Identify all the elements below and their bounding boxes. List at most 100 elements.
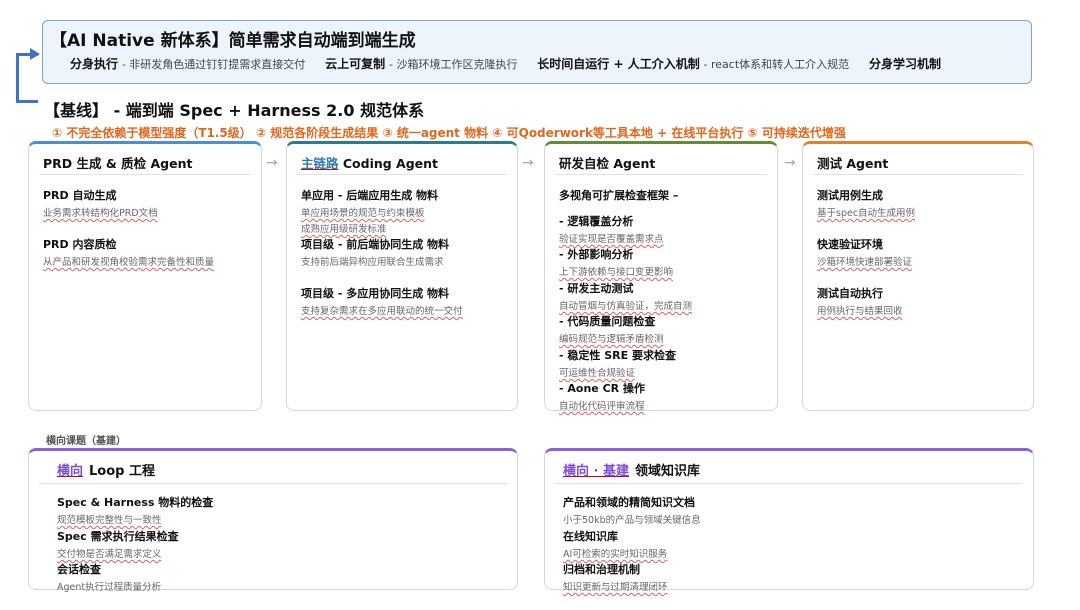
- baseline-title: 【基线】 - 端到端 Spec + Harness 2.0 规范体系: [44, 101, 425, 120]
- list-item: 会话检查 Agent执行过程质量分析: [57, 561, 161, 593]
- item-title: 会话检查: [57, 563, 101, 576]
- baseline-principles: ① 不完全依赖于模型强度（T1.5级） ② 规范各阶段生成结果 ③ 统一agen…: [52, 126, 846, 140]
- item-title: - 研发主动测试: [559, 282, 634, 295]
- prd-agent-card: PRD 生成 & 质检 Agent PRD 自动生成 业务需求转结构化PRD文档…: [28, 141, 262, 411]
- item-title: - Aone CR 操作: [559, 382, 645, 395]
- card-title: 研发自检 Agent: [559, 156, 656, 171]
- review-lead: 多视角可扩展检查框架 –: [559, 187, 769, 203]
- test-agent-card: 测试 Agent 测试用例生成 基于spec自动生成用例 快速验证环境 沙箱环境…: [802, 141, 1034, 411]
- item-desc: 基于spec自动生成用例: [817, 208, 916, 219]
- cross-section-label: 横向课题（基建）: [46, 436, 126, 447]
- list-item: PRD 自动生成 业务需求转结构化PRD文档: [43, 187, 253, 219]
- flow-arrow-icon: →: [522, 155, 534, 171]
- item-desc: 编码规范与逻辑矛盾检测: [559, 334, 664, 345]
- review-agent-card: 研发自检 Agent 多视角可扩展检查框架 – - 逻辑覆盖分析 验证实现是否覆…: [544, 141, 778, 412]
- item-title: 项目级 - 前后端协同生成 物料: [301, 238, 450, 251]
- ai-native-title: 【AI Native 新体系】简单需求自动端到端生成: [50, 31, 416, 51]
- divider: [39, 174, 251, 175]
- native-item-desc: - 非研发角色通过钉钉提需求直接交付: [121, 58, 306, 71]
- card-title: 横向 Loop 工程: [57, 460, 155, 479]
- item-title: 测试自动执行: [817, 287, 883, 300]
- item-desc: 自动化代码评审流程: [559, 401, 645, 412]
- list-item: Spec 需求执行结果检查 交付物是否满足需求定义: [57, 528, 179, 560]
- item-title: 归档和治理机制: [563, 563, 640, 576]
- card-title-highlight: 横向: [57, 464, 84, 479]
- native-item-key: 长时间自运行 + 人工介入机制: [537, 57, 700, 71]
- divider: [297, 174, 507, 175]
- divider: [555, 174, 767, 175]
- item-desc: 成熟应用级研发标准: [301, 224, 387, 235]
- item-title: 单应用 - 后端应用生成 物料: [301, 189, 439, 202]
- flow-arrow-icon: →: [266, 155, 278, 171]
- list-item: 测试用例生成 基于spec自动生成用例: [817, 187, 1025, 219]
- list-item: 在线知识库 AI可检索的实时知识服务: [563, 528, 667, 560]
- list-item: - 逻辑覆盖分析 验证实现是否覆盖需求点: [559, 213, 769, 245]
- item-title: PRD 自动生成: [43, 189, 117, 202]
- list-item: - 代码质量问题检查 编码规范与逻辑矛盾检测: [559, 313, 769, 345]
- arrow-right-icon: [30, 48, 40, 60]
- item-title: - 外部影响分析: [559, 248, 634, 261]
- list-item: 单应用 - 后端应用生成 物料 单应用场景的规范与约束模板 成熟应用级研发标准: [301, 187, 509, 235]
- item-desc: 交付物是否满足需求定义: [57, 549, 162, 560]
- list-item: - Aone CR 操作 自动化代码评审流程: [559, 380, 769, 412]
- item-title: - 代码质量问题检查: [559, 315, 656, 328]
- item-title: Spec & Harness 物料的检查: [57, 496, 214, 509]
- item-title: Spec 需求执行结果检查: [57, 530, 179, 543]
- list-item: 归档和治理机制 知识更新与过期清理闭环: [563, 561, 668, 593]
- item-title: 测试用例生成: [817, 189, 883, 202]
- card-title-highlight: 横向 · 基建: [563, 464, 629, 479]
- list-item: Spec & Harness 物料的检查 规范模板完整性与一致性: [57, 494, 213, 526]
- native-item-desc: - react体系和转人工介入规范: [703, 58, 850, 71]
- evolution-bracket: [16, 53, 38, 103]
- domain-knowledge-card: 横向 · 基建 领域知识库 产品和领域的精简知识文档 小于50kb的产品与领域关键…: [544, 448, 1034, 593]
- list-item: 项目级 - 前后端协同生成 物料 支持前后端异构应用联合生成需求: [301, 236, 509, 268]
- card-title: 测试 Agent: [817, 156, 889, 171]
- item-desc: 小于50kb的产品与领域关键信息: [563, 515, 701, 526]
- item-desc: 知识更新与过期清理闭环: [563, 582, 668, 593]
- item-desc: 支持前后端异构应用联合生成需求: [301, 257, 444, 268]
- divider: [813, 174, 1023, 175]
- loop-engineering-card: 横向 Loop 工程 Spec & Harness 物料的检查 规范模板完整性与一…: [28, 448, 518, 593]
- item-desc: 沙箱环境快速部署验证: [817, 257, 913, 268]
- divider: [39, 483, 507, 484]
- item-desc: 单应用场景的规范与约束模板: [301, 208, 425, 219]
- native-item-key: 分身学习机制: [868, 57, 941, 71]
- item-desc: 验证实现是否覆盖需求点: [559, 234, 664, 245]
- coding-agent-card: 主链路 Coding Agent 单应用 - 后端应用生成 物料 单应用场景的规…: [286, 141, 518, 411]
- card-title: 主链路 Coding Agent: [301, 153, 438, 172]
- item-desc: 自动冒烟与仿真验证，完成自测: [559, 301, 693, 312]
- list-item: - 研发主动测试 自动冒烟与仿真验证，完成自测: [559, 280, 769, 312]
- item-title: 在线知识库: [563, 530, 618, 543]
- list-item: - 外部影响分析 上下游依赖与接口变更影响: [559, 246, 769, 278]
- flow-arrow-icon: →: [784, 155, 796, 171]
- item-title: 产品和领域的精简知识文档: [563, 496, 695, 509]
- item-desc: 从产品和研发视角校验需求完备性和质量: [43, 257, 215, 268]
- item-desc: 业务需求转结构化PRD文档: [43, 208, 158, 219]
- item-title: 快速验证环境: [817, 238, 883, 251]
- list-item: 产品和领域的精简知识文档 小于50kb的产品与领域关键信息: [563, 494, 701, 526]
- native-item-desc: - 沙箱环境工作区克隆执行: [388, 58, 518, 71]
- item-desc: 用例执行与结果回收: [817, 306, 903, 317]
- list-item: 项目级 - 多应用协同生成 物料 支持复杂需求在多应用联动的统一交付: [301, 285, 509, 317]
- card-title-highlight: 主链路: [301, 156, 339, 171]
- item-desc: 支持复杂需求在多应用联动的统一交付: [301, 306, 463, 317]
- item-desc: Agent执行过程质量分析: [57, 582, 162, 593]
- card-title-rest: Loop 工程: [89, 464, 155, 479]
- lead-text: 多视角可扩展检查框架 –: [559, 189, 679, 202]
- item-title: PRD 内容质检: [43, 238, 117, 251]
- native-item-key: 分身执行: [70, 57, 119, 71]
- item-title: 项目级 - 多应用协同生成 物料: [301, 287, 450, 300]
- list-item: 测试自动执行 用例执行与结果回收: [817, 285, 1025, 317]
- list-item: - 稳定性 SRE 要求检查 可运维性合规验证: [559, 347, 769, 379]
- native-item-key: 云上可复制: [325, 57, 386, 71]
- list-item: PRD 内容质检 从产品和研发视角校验需求完备性和质量: [43, 236, 253, 268]
- item-desc: AI可检索的实时知识服务: [563, 549, 668, 560]
- list-item: 快速验证环境 沙箱环境快速部署验证: [817, 236, 1025, 268]
- ai-native-items: 分身执行 - 非研发角色通过钉钉提需求直接交付 云上可复制 - 沙箱环境工作区克…: [70, 55, 941, 72]
- item-desc: 上下游依赖与接口变更影响: [559, 267, 674, 278]
- card-title: 横向 · 基建 领域知识库: [563, 460, 700, 479]
- item-desc: 规范模板完整性与一致性: [57, 515, 162, 526]
- item-title: - 逻辑覆盖分析: [559, 215, 634, 228]
- item-title: - 稳定性 SRE 要求检查: [559, 349, 676, 362]
- item-desc: 可运维性合规验证: [559, 368, 636, 379]
